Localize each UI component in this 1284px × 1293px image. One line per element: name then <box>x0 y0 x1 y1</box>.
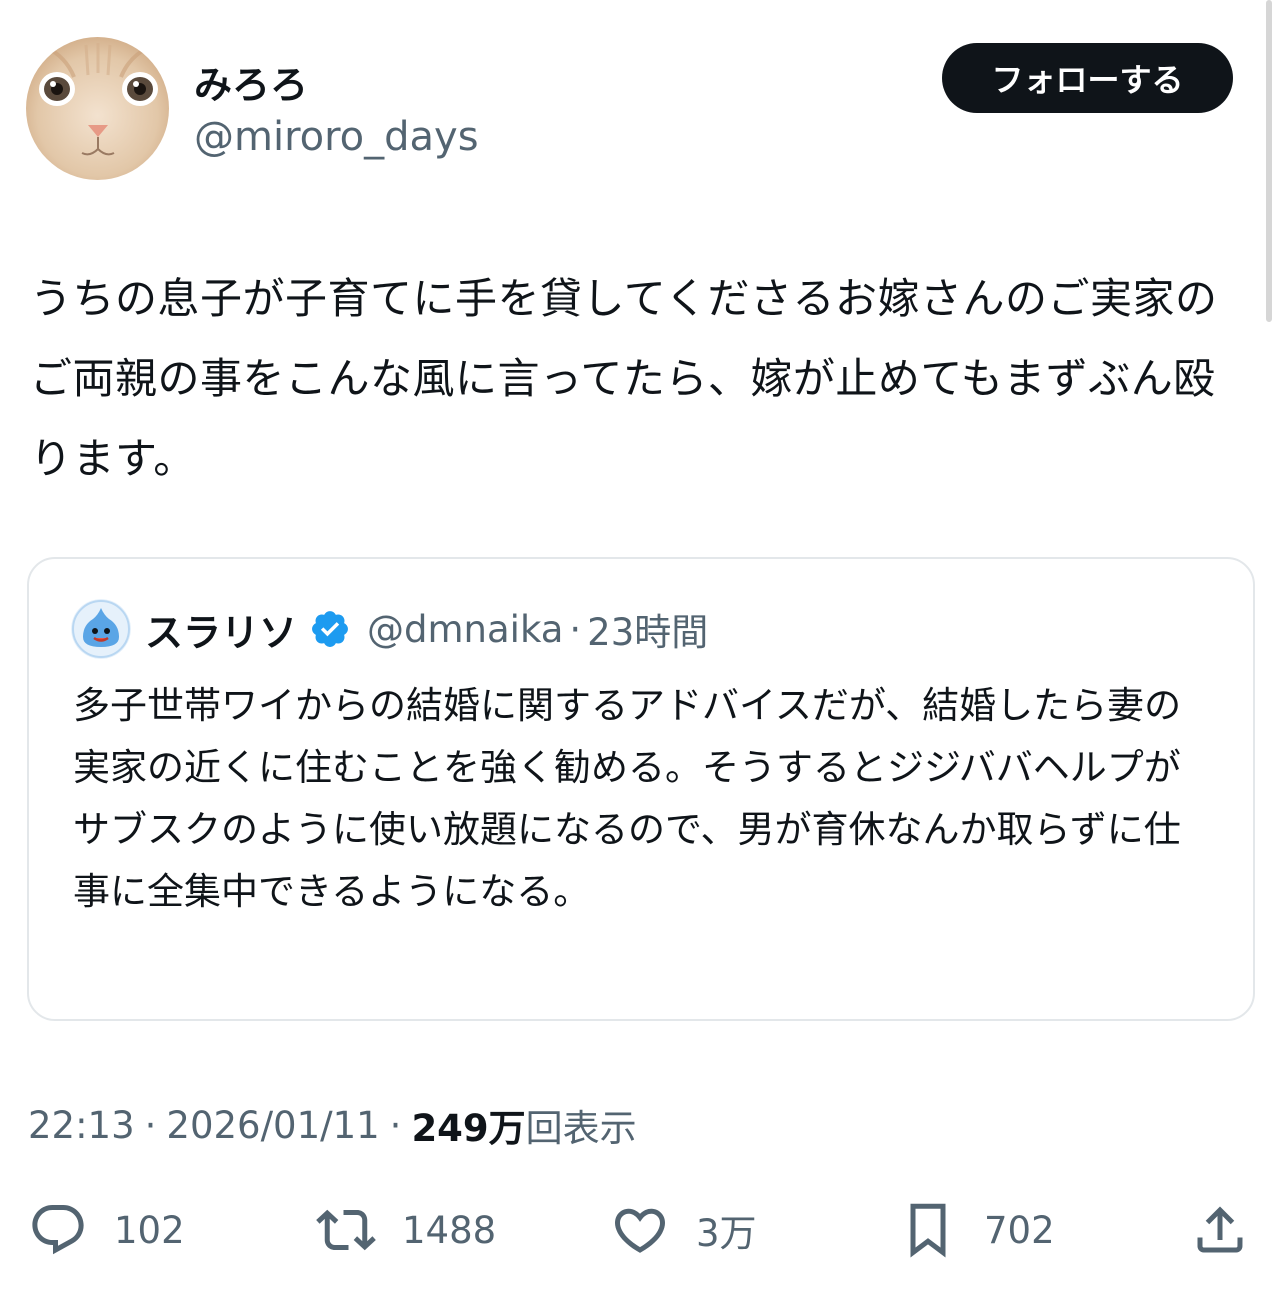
author-display-name[interactable]: みろろ <box>194 54 308 109</box>
share-icon <box>1197 1206 1243 1253</box>
separator-dot: · <box>144 1103 157 1147</box>
separator-dot: · <box>569 607 582 651</box>
verified-badge-icon <box>312 611 348 647</box>
cat-face-image <box>26 37 169 180</box>
follow-button[interactable]: フォローする <box>942 43 1233 113</box>
reply-icon <box>32 1205 84 1255</box>
slime-avatar-icon <box>71 599 131 659</box>
scrollbar[interactable] <box>1266 0 1272 322</box>
quoted-tweet-text: 多子世帯ワイからの結婚に関するアドバイスだが、結婚したら妻の実家の近くに住むこと… <box>73 684 1182 913</box>
quoted-author-avatar[interactable] <box>71 599 131 659</box>
quoted-tweet-time[interactable]: 23時間 <box>587 602 708 656</box>
views-count[interactable]: 249万 <box>411 1098 525 1152</box>
retweet-count: 1488 <box>402 1208 497 1252</box>
like-count: 3万 <box>696 1212 757 1255</box>
quoted-tweet-card[interactable]: スラリソ @dmnaika · 23時間 多子世帯ワイからの結婚に関するアドバイ… <box>27 557 1255 1021</box>
tweet-date[interactable]: 2026/01/11 <box>166 1104 379 1147</box>
views-label: 回表示 <box>525 1107 637 1150</box>
reply-count: 102 <box>114 1208 185 1252</box>
tweet-meta: 22:13 · 2026/01/11 · 249万 回表示 <box>28 1098 637 1152</box>
bookmark-count: 702 <box>984 1208 1055 1252</box>
quoted-tweet-header: スラリソ @dmnaika · 23時間 <box>145 603 708 655</box>
author-avatar[interactable] <box>26 37 169 180</box>
like-button[interactable]: 3万 <box>610 1190 757 1270</box>
tweet-text: うちの息子が子育てに手を貸してくださるお嫁さんのご実家のご両親の事をこんな風に言… <box>30 274 1218 483</box>
quoted-author-handle[interactable]: @dmnaika <box>367 608 563 651</box>
heart-icon <box>614 1208 666 1253</box>
reply-button[interactable]: 102 <box>28 1190 185 1270</box>
separator-dot: · <box>389 1103 402 1147</box>
tweet-time[interactable]: 22:13 <box>28 1104 135 1147</box>
author-handle[interactable]: @miroro_days <box>194 114 479 160</box>
bookmark-icon <box>910 1203 946 1258</box>
action-bar: 102 1488 3万 702 <box>0 1190 1284 1270</box>
retweet-button[interactable]: 1488 <box>316 1190 496 1270</box>
quoted-author-name[interactable]: スラリソ <box>145 602 297 657</box>
share-button[interactable] <box>1190 1190 1250 1270</box>
retweet-icon <box>316 1209 376 1251</box>
bookmark-button[interactable]: 702 <box>898 1190 1055 1270</box>
